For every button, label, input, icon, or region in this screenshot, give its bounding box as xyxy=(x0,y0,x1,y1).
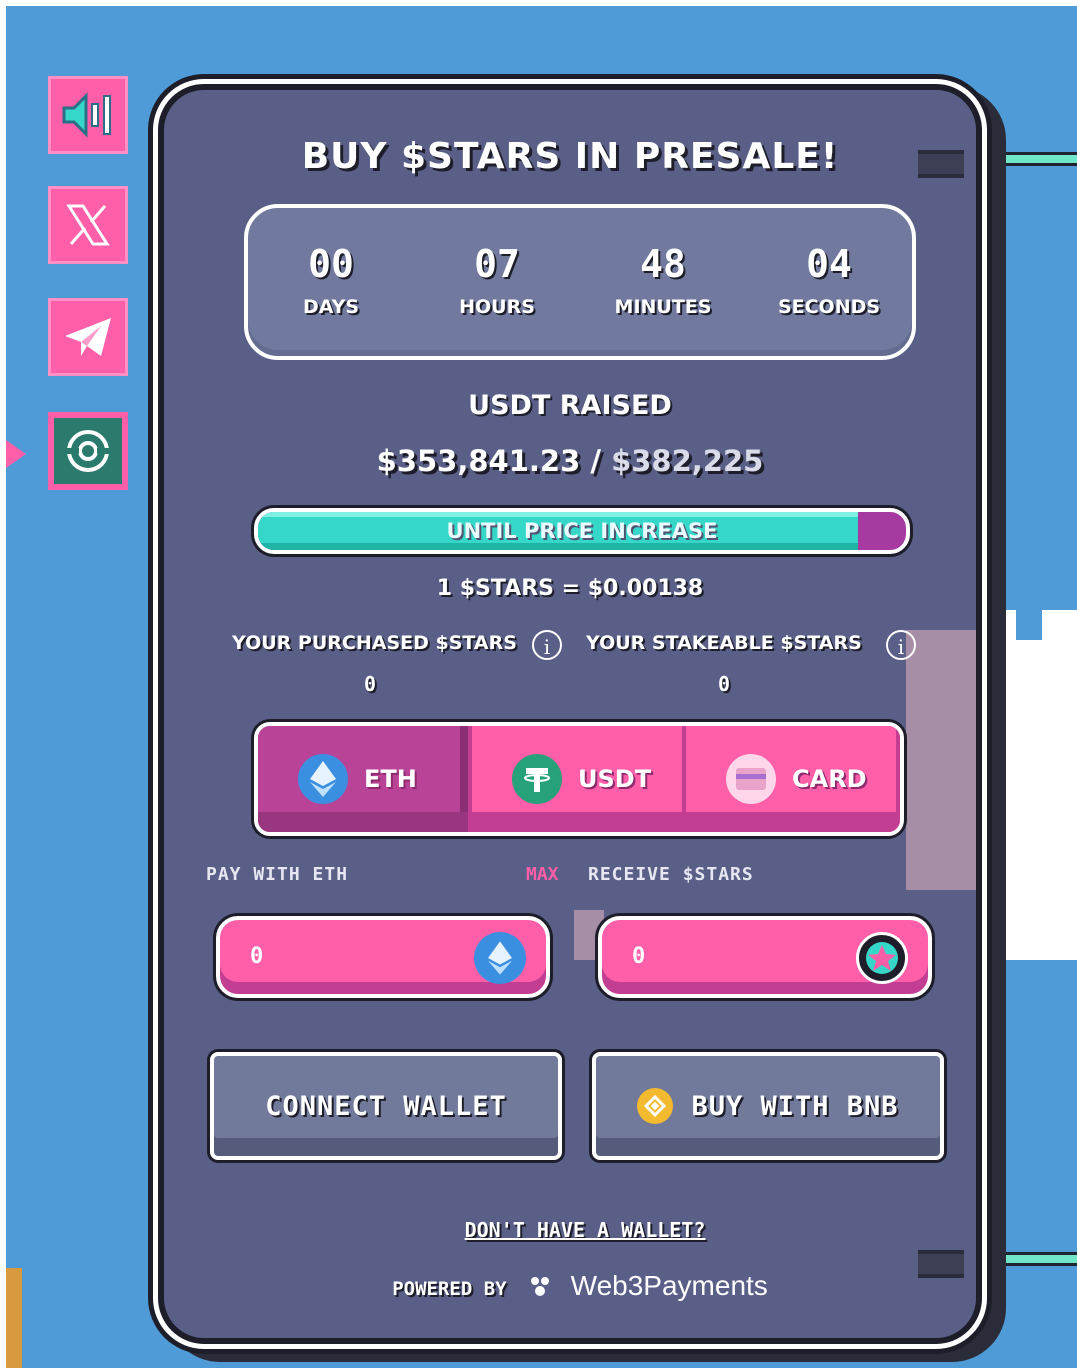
tab-card-label: CARD xyxy=(792,765,867,793)
purchased-value: 0 xyxy=(364,672,377,696)
tab-usdt[interactable]: USDT xyxy=(472,726,686,832)
presale-title: BUY $STARS IN PRESALE! xyxy=(301,136,839,177)
background-blob xyxy=(906,630,976,890)
countdown-minutes: 48 MINUTES xyxy=(580,208,746,356)
countdown-seconds-label: SECONDS xyxy=(777,296,881,318)
usdt-raised-amount: $353,841.23 / $382,225 xyxy=(164,444,976,478)
tab-card[interactable]: CARD xyxy=(686,726,900,832)
x-social-button[interactable] xyxy=(48,186,128,264)
speaker-icon xyxy=(62,92,111,138)
background-cloud-notch xyxy=(1016,600,1042,640)
telegram-social-button[interactable] xyxy=(48,298,128,376)
coinmarketcap-icon xyxy=(67,430,109,472)
tab-usdt-label: USDT xyxy=(578,765,652,793)
rail-connector-top xyxy=(918,150,964,178)
powered-by-label: POWERED BY xyxy=(392,1278,507,1300)
tab-eth[interactable]: ETH xyxy=(258,726,472,832)
receive-amount-value: 0 xyxy=(632,944,646,969)
countdown-days-value: 00 xyxy=(308,242,354,286)
token-price: 1 $STARS = $0.00138 xyxy=(436,576,704,601)
connect-wallet-button[interactable]: CONNECT WALLET xyxy=(210,1052,562,1160)
ethereum-coin-icon xyxy=(474,932,526,984)
countdown-hours-label: HOURS xyxy=(459,296,535,318)
page-border-top xyxy=(0,0,1077,6)
ethereum-icon xyxy=(298,754,348,804)
background-cloud xyxy=(990,610,1077,960)
pay-amount-input[interactable]: 0 xyxy=(216,916,550,998)
active-indicator-arrow xyxy=(6,440,26,468)
x-logo-icon xyxy=(66,204,110,246)
card-icon xyxy=(726,754,776,804)
purchased-info-icon[interactable]: i xyxy=(532,630,562,660)
buy-with-bnb-button[interactable]: BUY WITH BNB xyxy=(592,1052,944,1160)
no-wallet-link[interactable]: DON'T HAVE A WALLET? xyxy=(164,1218,976,1242)
countdown-days-label: DAYS xyxy=(302,296,360,318)
progress-label: UNTIL PRICE INCREASE xyxy=(446,519,718,543)
stars-token-icon xyxy=(856,932,908,984)
stakeable-value: 0 xyxy=(718,672,731,696)
tab-eth-label: ETH xyxy=(364,765,417,793)
payment-method-tabs: ETH USDT CARD xyxy=(254,722,904,836)
countdown-hours: 07 HOURS xyxy=(414,208,580,356)
telegram-icon xyxy=(65,318,111,356)
rail-connector-bottom xyxy=(918,1250,964,1278)
page-border-left xyxy=(0,0,6,1368)
background-coin-edge xyxy=(6,1268,22,1368)
stakeable-info-icon[interactable]: i xyxy=(886,630,916,660)
powered-by-brand[interactable]: Web3Payments xyxy=(571,1270,768,1301)
sound-toggle-button[interactable] xyxy=(48,76,128,154)
rail-line-top xyxy=(1005,152,1077,166)
raised-goal: $382,225 xyxy=(611,444,764,478)
receive-label: RECEIVE $STARS xyxy=(588,864,754,885)
raised-amount: $353,841.23 xyxy=(376,444,581,478)
countdown-seconds-value: 04 xyxy=(806,242,852,286)
pay-amount-value: 0 xyxy=(250,944,264,969)
countdown-timer: 00 DAYS 07 HOURS 48 MINUTES 04 SECONDS xyxy=(244,204,916,360)
countdown-minutes-value: 48 xyxy=(640,242,686,286)
max-button[interactable]: MAX xyxy=(526,864,559,885)
usdt-raised-label: USDT RAISED xyxy=(468,390,672,421)
powered-by: POWERED BY Web3Payments xyxy=(164,1270,976,1302)
web3payments-logo-icon xyxy=(530,1277,549,1296)
presale-card: BUY $STARS IN PRESALE! 00 DAYS 07 HOURS … xyxy=(158,84,982,1344)
rail-line-bottom xyxy=(1005,1252,1077,1266)
countdown-seconds: 04 SECONDS xyxy=(746,208,912,356)
stakeable-label: YOUR STAKEABLE $STARS xyxy=(586,632,862,654)
presale-progress-bar: UNTIL PRICE INCREASE xyxy=(254,508,910,554)
raised-separator: / xyxy=(580,444,612,478)
countdown-minutes-label: MINUTES xyxy=(614,296,712,318)
pay-with-label: PAY WITH ETH xyxy=(206,864,349,885)
countdown-days: 00 DAYS xyxy=(248,208,414,356)
buy-with-bnb-label: BUY WITH BNB xyxy=(691,1090,899,1122)
coinmarketcap-social-button[interactable] xyxy=(48,412,128,490)
countdown-hours-value: 07 xyxy=(474,242,520,286)
tether-icon xyxy=(512,754,562,804)
connect-wallet-label: CONNECT WALLET xyxy=(265,1090,507,1122)
bnb-icon xyxy=(637,1088,674,1124)
purchased-label: YOUR PURCHASED $STARS xyxy=(232,632,517,654)
receive-amount-input[interactable]: 0 xyxy=(598,916,932,998)
